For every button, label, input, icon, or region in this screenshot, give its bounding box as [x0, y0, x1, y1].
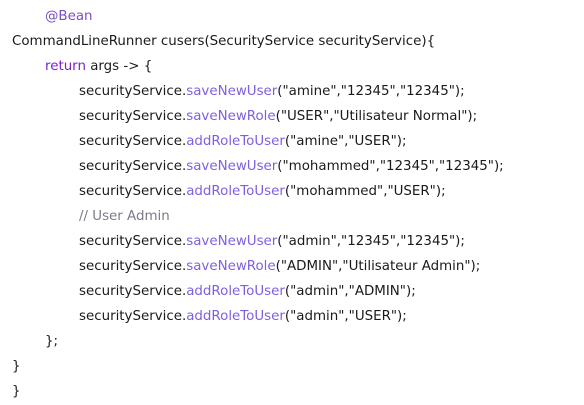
code-line: securityService.saveNewUser("admin","123… [0, 229, 584, 254]
code-line: CommandLineRunner cusers(SecurityService… [0, 29, 584, 54]
code-text: ("admin","12345","12345"); [277, 234, 465, 249]
code-line: securityService.addRoleToUser("amine","U… [0, 129, 584, 154]
code-text: ("amine","USER"); [284, 134, 407, 149]
code-block: @Bean CommandLineRunner cusers(SecuritySe… [0, 0, 584, 405]
code-line: securityService.addRoleToUser("mohammed"… [0, 179, 584, 204]
code-text: ("admin","ADMIN"); [284, 284, 416, 299]
code-line: @Bean [0, 4, 584, 29]
method-name-token: saveNewRole [186, 109, 276, 124]
code-text: ("mohammed","12345","12345"); [277, 159, 504, 174]
method-name-token: addRoleToUser [186, 309, 285, 324]
code-text: args -> { [85, 59, 153, 74]
method-name-token: saveNewUser [186, 159, 278, 174]
code-text: securityService. [79, 259, 187, 274]
code-text: securityService. [79, 234, 187, 249]
annotation-token: @Bean [45, 9, 93, 24]
code-line: return args -> { [0, 54, 584, 79]
code-text: securityService. [79, 184, 187, 199]
code-text: securityService. [79, 84, 187, 99]
code-text: } [12, 384, 21, 399]
code-text: securityService. [79, 109, 187, 124]
code-line: securityService.addRoleToUser("admin","U… [0, 304, 584, 329]
code-line: securityService.saveNewUser("mohammed","… [0, 154, 584, 179]
code-line: securityService.addRoleToUser("admin","A… [0, 279, 584, 304]
code-line: } [0, 354, 584, 379]
code-text: ("amine","12345","12345"); [277, 84, 465, 99]
code-line: }; [0, 329, 584, 354]
code-text: securityService. [79, 284, 187, 299]
code-text: securityService. [79, 159, 187, 174]
method-name-token: saveNewUser [186, 84, 278, 99]
code-text: } [12, 359, 21, 374]
method-name-token: addRoleToUser [186, 184, 285, 199]
code-text: ("USER","Utilisateur Normal"); [275, 109, 478, 124]
code-text: CommandLineRunner cusers(SecurityService… [12, 34, 436, 49]
code-line: securityService.saveNewRole("ADMIN","Uti… [0, 254, 584, 279]
code-text: securityService. [79, 134, 187, 149]
code-text: ("admin","USER"); [284, 309, 407, 324]
code-text: ("mohammed","USER"); [284, 184, 446, 199]
code-text: ("ADMIN","Utilisateur Admin"); [275, 259, 481, 274]
keyword-token: return [45, 59, 86, 74]
method-name-token: addRoleToUser [186, 284, 285, 299]
code-text: }; [45, 334, 59, 349]
code-line: securityService.saveNewUser("amine","123… [0, 79, 584, 104]
code-line: // User Admin [0, 204, 584, 229]
method-name-token: saveNewUser [186, 234, 278, 249]
comment-token: // User Admin [79, 209, 170, 224]
code-line: securityService.saveNewRole("USER","Util… [0, 104, 584, 129]
code-text: securityService. [79, 309, 187, 324]
method-name-token: addRoleToUser [186, 134, 285, 149]
code-line: } [0, 379, 584, 404]
method-name-token: saveNewRole [186, 259, 276, 274]
